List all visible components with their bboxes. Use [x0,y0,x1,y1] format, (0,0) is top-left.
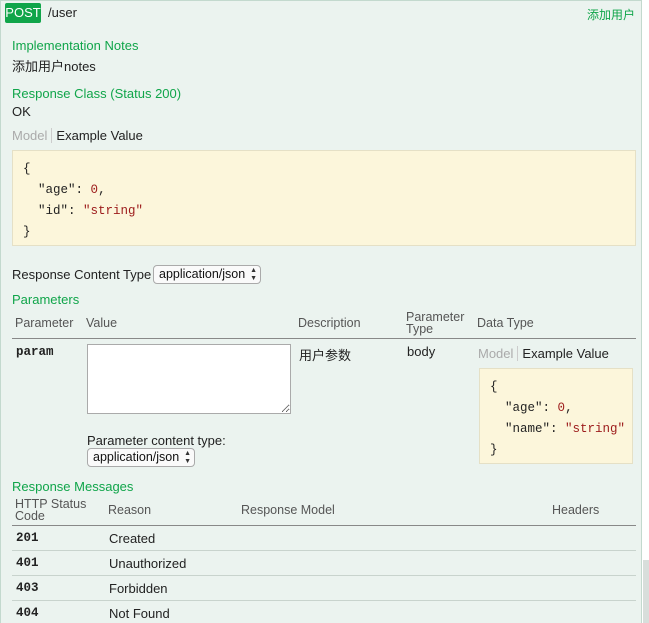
code-value-age: 0 [90,183,99,197]
resp-code: 201 [16,531,39,545]
select-arrows-icon: ▲ ▼ [250,267,257,282]
param-tab-model[interactable]: Model [478,346,519,361]
resp-col-http-status: HTTP Status Code [15,498,86,523]
method-badge[interactable]: POST [5,3,41,23]
param-name: param [16,345,54,359]
code-value-id: "string" [83,204,144,218]
param-example-code[interactable]: { "age": 0, "name": "string" } [479,368,633,464]
code-brace-close: } [23,225,31,239]
resp-col-reason: Reason [108,503,152,517]
operation-panel: POST /user 添加用户 Implementation Notes 添加用… [0,0,642,623]
code-key-age: "age" [505,401,543,415]
response-class-tabs: Model Example Value [12,128,143,143]
param-content-type-label: Parameter content type: [87,433,226,448]
code-key-age: "age" [38,183,76,197]
code-key-name: "name" [505,422,551,436]
code-comma: , [98,183,106,197]
operation-path[interactable]: /user [48,5,77,20]
response-class-heading: Response Class (Status 200) [12,86,182,101]
code-key-id: "id" [38,204,69,218]
implementation-notes-text: 添加用户notes [12,59,96,74]
param-col-parameter: Parameter [15,316,74,330]
code-separator: : [550,422,566,436]
param-content-type-select[interactable]: application/json ▲ ▼ [87,448,195,467]
response-content-type-value: application/json [159,267,246,281]
resp-col-headers: Headers [552,503,600,517]
param-description: 用户参数 [299,348,352,363]
code-separator: : [75,183,91,197]
code-brace-open: { [23,162,31,176]
implementation-notes-heading: Implementation Notes [12,38,139,53]
code-separator: : [68,204,84,218]
param-col-description: Description [298,316,361,330]
response-class-value: OK [12,104,31,119]
code-brace-close: } [490,443,498,457]
code-comma: , [565,401,573,415]
response-content-type-label: Response Content Type [12,267,152,282]
resp-code: 401 [16,556,39,570]
resp-reason: Forbidden [109,581,168,596]
resp-reason: Created [109,531,156,546]
resp-col-response-model: Response Model [241,503,335,517]
param-col-value: Value [86,316,118,330]
resp-header-divider [12,525,636,526]
resp-code: 404 [16,606,39,620]
resp-reason: Not Found [109,606,170,621]
response-example-code[interactable]: { "age": 0, "id": "string" } [12,150,636,246]
row-divider [12,600,636,601]
tab-example-value[interactable]: Example Value [52,128,142,143]
tab-model[interactable]: Model [12,128,53,143]
row-divider [12,575,636,576]
param-header-divider [12,338,636,339]
param-type: body [407,344,436,359]
parameters-heading: Parameters [12,292,80,307]
code-brace-open: { [490,380,498,394]
code-value-name: "string" [565,422,626,436]
param-content-type-value: application/json [93,450,180,464]
response-messages-heading: Response Messages [12,479,134,494]
param-col-parameter-type-line2: Type [406,322,434,336]
select-arrows-icon: ▲ ▼ [184,450,191,465]
code-separator: : [542,401,558,415]
resp-code: 403 [16,581,39,595]
code-value-age: 0 [557,401,566,415]
param-col-parameter-type: Parameter Type [406,311,464,336]
param-col-data-type: Data Type [477,316,534,330]
operation-header[interactable]: POST /user 添加用户 [1,1,641,25]
resp-reason: Unauthorized [109,556,187,571]
resp-col-http-status-line2: Code [15,509,45,523]
param-data-type-tabs: Model Example Value [478,346,609,361]
param-tab-example-value[interactable]: Example Value [518,346,608,361]
scrollbar[interactable] [643,560,649,623]
response-content-type-select[interactable]: application/json ▲ ▼ [153,265,261,284]
param-body-textarea[interactable] [87,344,291,414]
row-divider [12,550,636,551]
operation-summary[interactable]: 添加用户 [587,6,635,23]
